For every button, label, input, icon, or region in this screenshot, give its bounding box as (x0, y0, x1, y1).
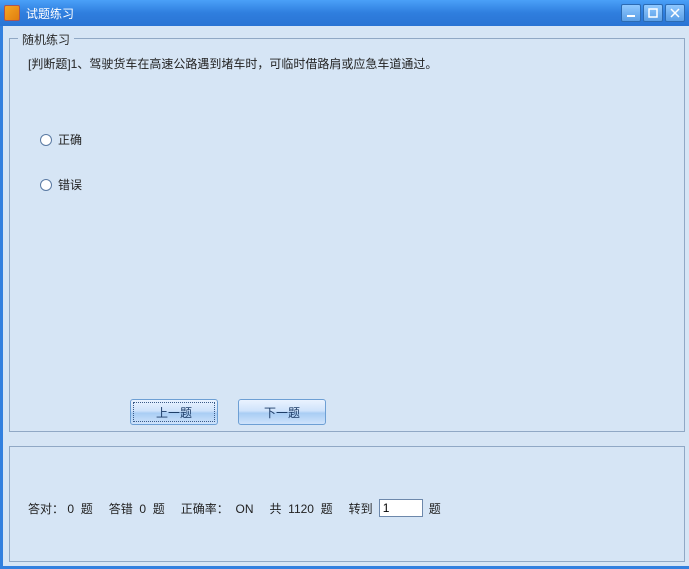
rate-segment: 正确率： ON (181, 500, 254, 517)
question-text: [判断题]1、驾驶货车在高速公路遇到堵车时，可临时借路肩或应急车道通过。 (28, 55, 666, 74)
option-label: 正确 (58, 131, 82, 148)
maximize-button[interactable] (643, 4, 663, 22)
question-body: 驾驶货车在高速公路遇到堵车时，可临时借路肩或应急车道通过。 (89, 57, 437, 71)
status-row: 答对： 0 题 答错 0 题 正确率： ON 共 1120 题 (28, 499, 666, 517)
option-false[interactable]: 错误 (40, 176, 82, 193)
close-button[interactable] (665, 4, 685, 22)
goto-segment: 转到 题 (349, 499, 441, 517)
titlebar: 试题练习 (0, 0, 689, 26)
total-segment: 共 1120 题 (269, 500, 332, 517)
correct-segment: 答对： 0 题 (28, 500, 93, 517)
rate-value: ON (235, 502, 253, 516)
app-icon (4, 5, 20, 21)
unit: 题 (153, 502, 165, 516)
radio-icon (40, 134, 52, 146)
window-buttons (621, 4, 685, 22)
total-value: 1120 (288, 502, 314, 516)
goto-suffix: 题 (429, 500, 441, 517)
minimize-button[interactable] (621, 4, 641, 22)
client-area: 随机练习 [判断题]1、驾驶货车在高速公路遇到堵车时，可临时借路肩或应急车道通过… (3, 26, 689, 566)
correct-value: 0 (67, 502, 74, 516)
goto-input[interactable] (379, 499, 423, 517)
button-label: 上一题 (156, 404, 192, 421)
unit: 题 (81, 502, 93, 516)
status-groupbox: 答对： 0 题 答错 0 题 正确率： ON 共 1120 题 (9, 446, 685, 562)
next-button[interactable]: 下一题 (238, 399, 326, 425)
radio-icon (40, 179, 52, 191)
total-label: 共 (269, 502, 281, 516)
goto-label: 转到 (349, 500, 373, 517)
option-label: 错误 (58, 176, 82, 193)
option-true[interactable]: 正确 (40, 131, 82, 148)
unit: 题 (321, 502, 333, 516)
question-prefix: [判断题] (28, 57, 71, 71)
groupbox-legend: 随机练习 (18, 31, 74, 48)
correct-label: 答对： (28, 502, 64, 516)
rate-label: 正确率： (181, 502, 229, 516)
minimize-icon (626, 8, 636, 18)
maximize-icon (648, 8, 658, 18)
wrong-segment: 答错 0 题 (109, 500, 165, 517)
prev-button[interactable]: 上一题 (130, 399, 218, 425)
window-title: 试题练习 (26, 5, 621, 22)
question-number: 1、 (71, 57, 90, 71)
wrong-value: 0 (139, 502, 146, 516)
wrong-label: 答错 (109, 502, 133, 516)
close-icon (670, 8, 680, 18)
button-label: 下一题 (264, 404, 300, 421)
options-group: 正确 错误 (40, 131, 82, 221)
nav-buttons: 上一题 下一题 (130, 399, 326, 425)
practice-groupbox: 随机练习 [判断题]1、驾驶货车在高速公路遇到堵车时，可临时借路肩或应急车道通过… (9, 38, 685, 432)
app-window: 试题练习 随机练习 [判断题]1、驾驶货车在高速公路遇到堵车时，可临时借路肩或应… (0, 0, 689, 569)
